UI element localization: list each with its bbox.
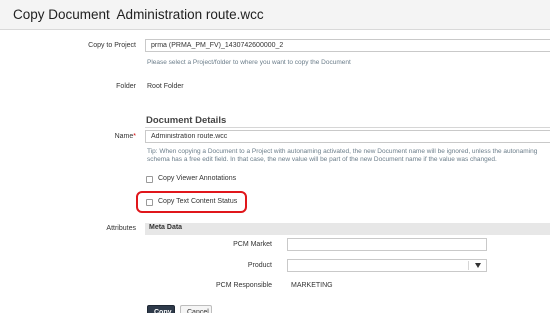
cancel-button[interactable]: Cancel [180, 305, 212, 313]
copy-viewer-annotations-checkbox[interactable] [146, 176, 153, 183]
required-marker: * [133, 133, 136, 140]
pcm-responsible-value: MARKETING [291, 282, 333, 289]
document-name-input[interactable] [145, 130, 550, 143]
pcm-market-input[interactable] [287, 238, 487, 251]
folder-label: Folder [116, 83, 136, 90]
product-label: Product [247, 262, 272, 269]
attributes-label: Attributes [106, 225, 136, 232]
name-label-text: Name [114, 133, 134, 140]
product-select[interactable] [287, 259, 487, 272]
copy-to-project-input[interactable] [145, 39, 550, 52]
section-divider [145, 127, 550, 128]
dialog-title-bar: Copy Document Administration route.wcc [0, 0, 550, 30]
copy-button[interactable]: Copy [147, 305, 175, 313]
highlight-annotation-box [136, 191, 247, 213]
copy-to-project-label: Copy to Project [88, 42, 136, 49]
copy-to-project-hint: Please select a Project/folder to where … [147, 59, 351, 66]
meta-data-header: Meta Data [145, 223, 550, 235]
chevron-down-icon[interactable] [475, 263, 481, 268]
copy-document-dialog: Copy Document Administration route.wcc C… [0, 0, 550, 313]
copy-viewer-annotations-label: Copy Viewer Annotations [158, 175, 237, 182]
autonaming-tip-line2: schema has a free edit field. In that ca… [147, 156, 497, 163]
pcm-market-label: PCM Market [233, 241, 272, 248]
document-details-title: Document Details [146, 115, 227, 126]
dialog-title: Copy Document Administration route.wcc [13, 7, 264, 22]
name-label: Name* [6, 133, 136, 140]
meta-data-title: Meta Data [149, 224, 183, 231]
pcm-responsible-label: PCM Responsible [215, 282, 272, 289]
select-separator [468, 261, 469, 270]
autonaming-tip-line1: Tip: When copying a Document to a Projec… [147, 148, 538, 155]
folder-value: Root Folder [147, 83, 184, 90]
